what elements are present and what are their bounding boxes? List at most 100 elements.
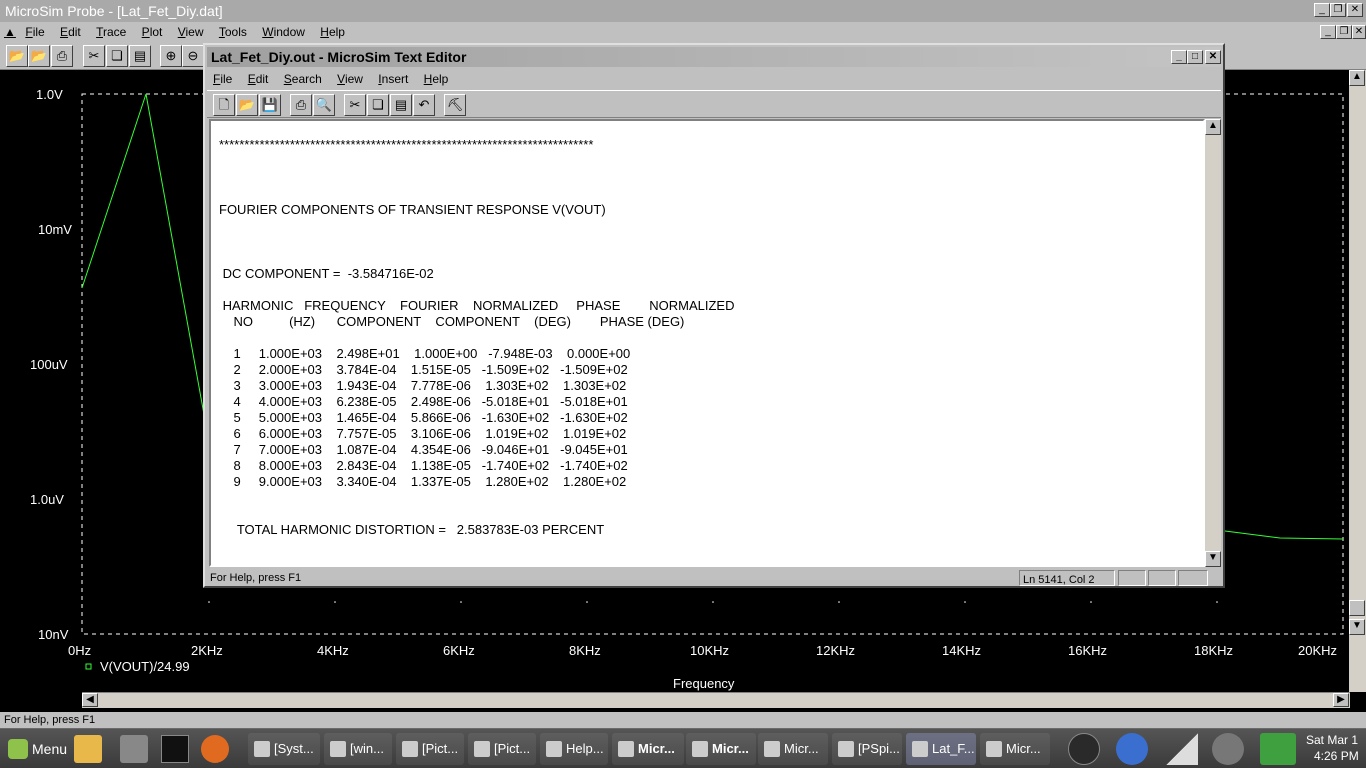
trace-line-right — [1224, 530, 1344, 540]
x-tick-label: 18KHz — [1194, 643, 1234, 658]
editor-maximize-button[interactable]: □ — [1187, 50, 1203, 64]
task-button[interactable]: [PSpi... — [832, 733, 902, 765]
open-folder-icon[interactable]: 📂 — [236, 94, 258, 116]
table-row: 9 9.000E+03 3.340E-04 1.337E-05 1.280E+0… — [219, 474, 627, 489]
probe-app-icon[interactable]: ▲ — [0, 22, 16, 42]
cut-icon[interactable]: ✂ — [344, 94, 366, 116]
undo-icon[interactable]: ↶ — [413, 94, 435, 116]
zoom-in-icon[interactable]: ⊕ — [160, 45, 182, 67]
task-button[interactable]: [win... — [324, 733, 392, 765]
scroll-right-arrow-icon[interactable]: ▶ — [1333, 693, 1349, 707]
editor-status-bar: For Help, press F1 Ln 5141, Col 2 — [207, 569, 1221, 587]
probe-menu-window[interactable]: Window — [256, 22, 311, 42]
scroll-down-arrow-icon[interactable]: ▼ — [1205, 551, 1221, 567]
y-tick-label: 1.0uV — [30, 492, 64, 507]
status-pane — [1178, 570, 1208, 586]
scroll-down-arrow-icon[interactable]: ▼ — [1349, 619, 1365, 635]
editor-menu-search[interactable]: Search — [278, 69, 328, 89]
probe-minimize-button[interactable]: _ — [1314, 3, 1330, 17]
cut-icon[interactable]: ✂ — [83, 45, 105, 67]
task-button[interactable]: [Pict... — [396, 733, 464, 765]
terminal-launcher-icon[interactable] — [161, 735, 189, 763]
paste-icon[interactable]: ▤ — [129, 45, 151, 67]
find-binoculars-icon[interactable]: ⛏ — [444, 94, 466, 116]
probe-menu-plot[interactable]: Plot — [136, 22, 169, 42]
probe-doc-minimize-button[interactable]: _ — [1320, 25, 1336, 39]
probe-restore-button[interactable]: ❐ — [1330, 3, 1346, 17]
task-button[interactable]: Micr... — [758, 733, 828, 765]
probe-menu-view[interactable]: View — [172, 22, 210, 42]
task-button[interactable]: Micr... — [612, 733, 684, 765]
cursor-position: Ln 5141, Col 2 — [1019, 570, 1115, 586]
update-shield-icon[interactable] — [1116, 733, 1148, 765]
task-button[interactable]: [Pict... — [468, 733, 536, 765]
print-icon[interactable]: ⎙ — [51, 45, 73, 67]
editor-menu-edit[interactable]: Edit — [242, 69, 275, 89]
start-menu-label: Menu — [32, 741, 68, 757]
task-button[interactable]: [Syst... — [248, 733, 320, 765]
volume-icon[interactable] — [1212, 733, 1244, 765]
text-editor-window[interactable]: Lat_Fet_Diy.out - MicroSim Text Editor _… — [203, 43, 1225, 588]
clock-date[interactable]: Sat Mar 1 — [1306, 732, 1358, 748]
open-folder-icon[interactable]: 📂 — [6, 45, 28, 67]
task-button[interactable]: Lat_F... — [906, 733, 976, 765]
trace-legend-label[interactable]: V(VOUT)/24.99 — [100, 659, 190, 674]
task-button[interactable]: Help... — [540, 733, 608, 765]
zoom-out-icon[interactable]: ⊖ — [182, 45, 204, 67]
editor-text-area[interactable]: ****************************************… — [209, 119, 1205, 567]
new-file-icon[interactable]: 🗋 — [213, 94, 235, 116]
copy-icon[interactable]: ❏ — [367, 94, 389, 116]
scroll-thumb[interactable] — [1349, 600, 1365, 616]
probe-menu-help[interactable]: Help — [314, 22, 351, 42]
table-row: 1 1.000E+03 2.498E+01 1.000E+00 -7.948E-… — [219, 346, 631, 361]
probe-doc-close-button[interactable]: ✕ — [1352, 25, 1366, 39]
task-label: Micr... — [712, 741, 749, 756]
x-tick-label: 16KHz — [1068, 643, 1108, 658]
scroll-up-arrow-icon[interactable]: ▲ — [1205, 119, 1221, 135]
editor-vertical-scrollbar[interactable]: ▲ ▼ — [1205, 119, 1221, 567]
paste-icon[interactable]: ▤ — [390, 94, 412, 116]
print-preview-icon[interactable]: 🔍 — [313, 94, 335, 116]
save-icon[interactable]: 💾 — [259, 94, 281, 116]
clock-time[interactable]: 4:26 PM — [1314, 748, 1359, 764]
editor-menubar: File Edit Search View Insert Help — [207, 69, 1221, 89]
table-row: 8 8.000E+03 2.843E-04 1.138E-05 -1.740E+… — [219, 458, 628, 473]
y-tick-label: 1.0V — [36, 87, 63, 102]
editor-close-button[interactable]: ✕ — [1205, 50, 1221, 64]
network-signal-icon[interactable] — [1166, 733, 1198, 765]
battery-icon[interactable] — [1260, 733, 1296, 765]
probe-menu-edit[interactable]: Edit — [54, 22, 87, 42]
mint-logo-icon — [8, 739, 28, 759]
table-row: 5 5.000E+03 1.465E-04 5.866E-06 -1.630E+… — [219, 410, 628, 425]
print-icon[interactable]: ⎙ — [290, 94, 312, 116]
probe-close-button[interactable]: ✕ — [1347, 3, 1363, 17]
disk-launcher-icon[interactable] — [120, 735, 148, 763]
append-file-icon[interactable]: 📂 — [28, 45, 50, 67]
trace-line-left — [81, 93, 206, 421]
editor-menu-view[interactable]: View — [331, 69, 369, 89]
task-button[interactable]: Micr... — [686, 733, 756, 765]
files-launcher-icon[interactable] — [74, 735, 102, 763]
probe-menu-tools[interactable]: Tools — [213, 22, 253, 42]
editor-menu-file[interactable]: File — [207, 69, 238, 89]
probe-doc-restore-button[interactable]: ❐ — [1336, 25, 1352, 39]
table-row: 4 4.000E+03 6.238E-05 2.498E-06 -5.018E+… — [219, 394, 628, 409]
editor-title-text: Lat_Fet_Diy.out - MicroSim Text Editor — [211, 49, 467, 65]
scroll-left-arrow-icon[interactable]: ◀ — [82, 693, 98, 707]
task-button[interactable]: Micr... — [980, 733, 1050, 765]
bluetooth-icon[interactable] — [1068, 733, 1100, 765]
firefox-launcher-icon[interactable] — [201, 735, 229, 763]
editor-minimize-button[interactable]: _ — [1171, 50, 1187, 64]
probe-menu-file[interactable]: File — [19, 22, 50, 42]
copy-icon[interactable]: ❏ — [106, 45, 128, 67]
editor-menu-help[interactable]: Help — [418, 69, 455, 89]
text-line: DC COMPONENT = -3.584716E-02 — [219, 266, 434, 281]
probe-vertical-scrollbar[interactable]: ▲ ▼ — [1349, 70, 1366, 692]
probe-menu-trace[interactable]: Trace — [90, 22, 132, 42]
task-label: [Pict... — [494, 741, 531, 756]
start-menu-button[interactable]: Menu — [4, 735, 84, 763]
probe-horizontal-scrollbar[interactable]: ◀ ▶ — [82, 692, 1350, 708]
editor-title-bar[interactable]: Lat_Fet_Diy.out - MicroSim Text Editor _… — [207, 47, 1221, 67]
editor-menu-insert[interactable]: Insert — [372, 69, 414, 89]
scroll-up-arrow-icon[interactable]: ▲ — [1349, 70, 1365, 86]
